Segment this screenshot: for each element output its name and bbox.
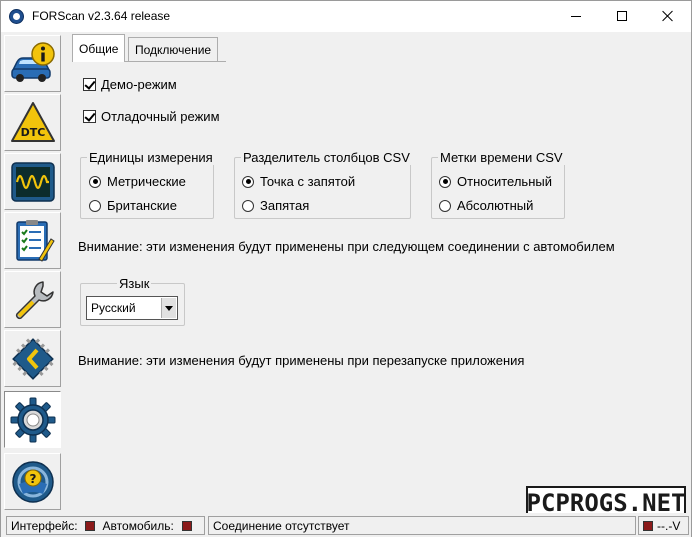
language-group-title: Язык bbox=[117, 276, 152, 291]
csv-comma-label: Запятая bbox=[260, 198, 310, 213]
demo-mode-check-box[interactable] bbox=[83, 78, 96, 91]
connection-status-text: Соединение отсутствует bbox=[213, 518, 350, 533]
window-title: FORScan v2.3.64 release bbox=[32, 9, 171, 23]
sidebar-item-settings[interactable] bbox=[4, 391, 61, 448]
units-group: Единицы измерения Метрические Британские bbox=[80, 150, 215, 219]
minimize-button[interactable] bbox=[553, 1, 599, 31]
vehicle-status-led-icon bbox=[181, 520, 192, 531]
timestamps-relative-option[interactable]: Относительный bbox=[439, 174, 552, 189]
demo-mode-checkbox[interactable]: Демо-режим bbox=[83, 77, 177, 92]
csv-semicolon-label: Точка с запятой bbox=[260, 174, 356, 189]
debug-mode-check-box[interactable] bbox=[83, 110, 96, 123]
status-indicators: Интерфейс: Автомобиль: bbox=[6, 516, 205, 535]
close-icon bbox=[662, 10, 674, 22]
csv-comma-radio[interactable] bbox=[242, 199, 254, 212]
app-window: FORScan v2.3.64 release DTC ? Общие Подк… bbox=[0, 0, 692, 537]
sidebar-item-tests[interactable] bbox=[4, 212, 61, 269]
timestamps-relative-label: Относительный bbox=[457, 174, 552, 189]
csv-timestamps-group-title: Метки времени CSV bbox=[438, 150, 565, 165]
sidebar-item-vehicle-info[interactable] bbox=[4, 35, 61, 92]
connection-status: Соединение отсутствует bbox=[208, 516, 636, 535]
chevron-down-icon[interactable] bbox=[161, 298, 176, 318]
svg-text:DTC: DTC bbox=[20, 126, 45, 139]
units-metric-option[interactable]: Метрические bbox=[89, 174, 186, 189]
sidebar-item-dtc[interactable]: DTC bbox=[4, 94, 61, 151]
timestamps-absolute-label: Абсолютный bbox=[457, 198, 534, 213]
chip-icon bbox=[11, 337, 54, 380]
title-bar[interactable]: FORScan v2.3.64 release bbox=[1, 1, 691, 32]
tab-connection[interactable]: Подключение bbox=[128, 37, 219, 62]
language-select-value: Русский bbox=[91, 301, 136, 315]
restart-notice: Внимание: эти изменения будут применены … bbox=[78, 353, 525, 368]
sidebar-item-programming[interactable] bbox=[4, 330, 61, 387]
minimize-icon bbox=[571, 15, 581, 17]
maximize-icon bbox=[617, 11, 627, 21]
units-imperial-option[interactable]: Британские bbox=[89, 198, 177, 213]
csv-timestamps-group: Метки времени CSV Относительный Абсолютн… bbox=[431, 150, 565, 219]
voltage-indicator: --.-V bbox=[638, 516, 689, 535]
sidebar-item-help[interactable]: ? bbox=[4, 453, 61, 510]
help-icon: ? bbox=[11, 460, 54, 503]
dtc-icon: DTC bbox=[10, 101, 55, 142]
interface-status-led-icon bbox=[84, 520, 95, 531]
csv-semicolon-option[interactable]: Точка с запятой bbox=[242, 174, 355, 189]
voltage-status-led-icon bbox=[643, 520, 653, 531]
maximize-button[interactable] bbox=[599, 1, 645, 31]
checklist-icon bbox=[15, 219, 55, 262]
language-select[interactable]: Русский bbox=[86, 296, 178, 320]
vehicle-label: Автомобиль: bbox=[102, 518, 174, 533]
timestamps-relative-radio[interactable] bbox=[439, 175, 451, 188]
units-metric-radio[interactable] bbox=[89, 175, 101, 188]
voltage-value: --.-V bbox=[657, 518, 681, 533]
debug-mode-label: Отладочный режим bbox=[101, 109, 220, 124]
wrench-icon bbox=[15, 280, 54, 319]
tab-general[interactable]: Общие bbox=[72, 34, 126, 62]
forscan-app-icon bbox=[9, 9, 24, 24]
oscilloscope-icon bbox=[10, 161, 55, 202]
timestamps-absolute-option[interactable]: Абсолютный bbox=[439, 198, 533, 213]
settings-gear-icon bbox=[10, 397, 55, 442]
debug-mode-checkbox[interactable]: Отладочный режим bbox=[83, 109, 220, 124]
demo-mode-label: Демо-режим bbox=[101, 77, 177, 92]
car-info-icon bbox=[10, 41, 55, 82]
close-button[interactable] bbox=[645, 1, 691, 31]
csv-separator-group-title: Разделитель столбцов CSV bbox=[241, 150, 412, 165]
csv-semicolon-radio[interactable] bbox=[242, 175, 254, 188]
sidebar-item-oscilloscope[interactable] bbox=[4, 153, 61, 210]
svg-text:?: ? bbox=[29, 472, 36, 486]
timestamps-absolute-radio[interactable] bbox=[439, 199, 451, 212]
sidebar-item-service[interactable] bbox=[4, 271, 61, 328]
units-imperial-radio[interactable] bbox=[89, 199, 101, 212]
units-imperial-label: Британские bbox=[107, 198, 177, 213]
interface-label: Интерфейс: bbox=[11, 518, 78, 533]
status-bar: Интерфейс: Автомобиль: Соединение отсутс… bbox=[1, 513, 691, 537]
csv-comma-option[interactable]: Запятая bbox=[242, 198, 309, 213]
connection-notice: Внимание: эти изменения будут применены … bbox=[78, 239, 615, 254]
units-metric-label: Метрические bbox=[107, 174, 186, 189]
csv-separator-group: Разделитель столбцов CSV Точка с запятой… bbox=[234, 150, 412, 219]
units-group-title: Единицы измерения bbox=[87, 150, 215, 165]
